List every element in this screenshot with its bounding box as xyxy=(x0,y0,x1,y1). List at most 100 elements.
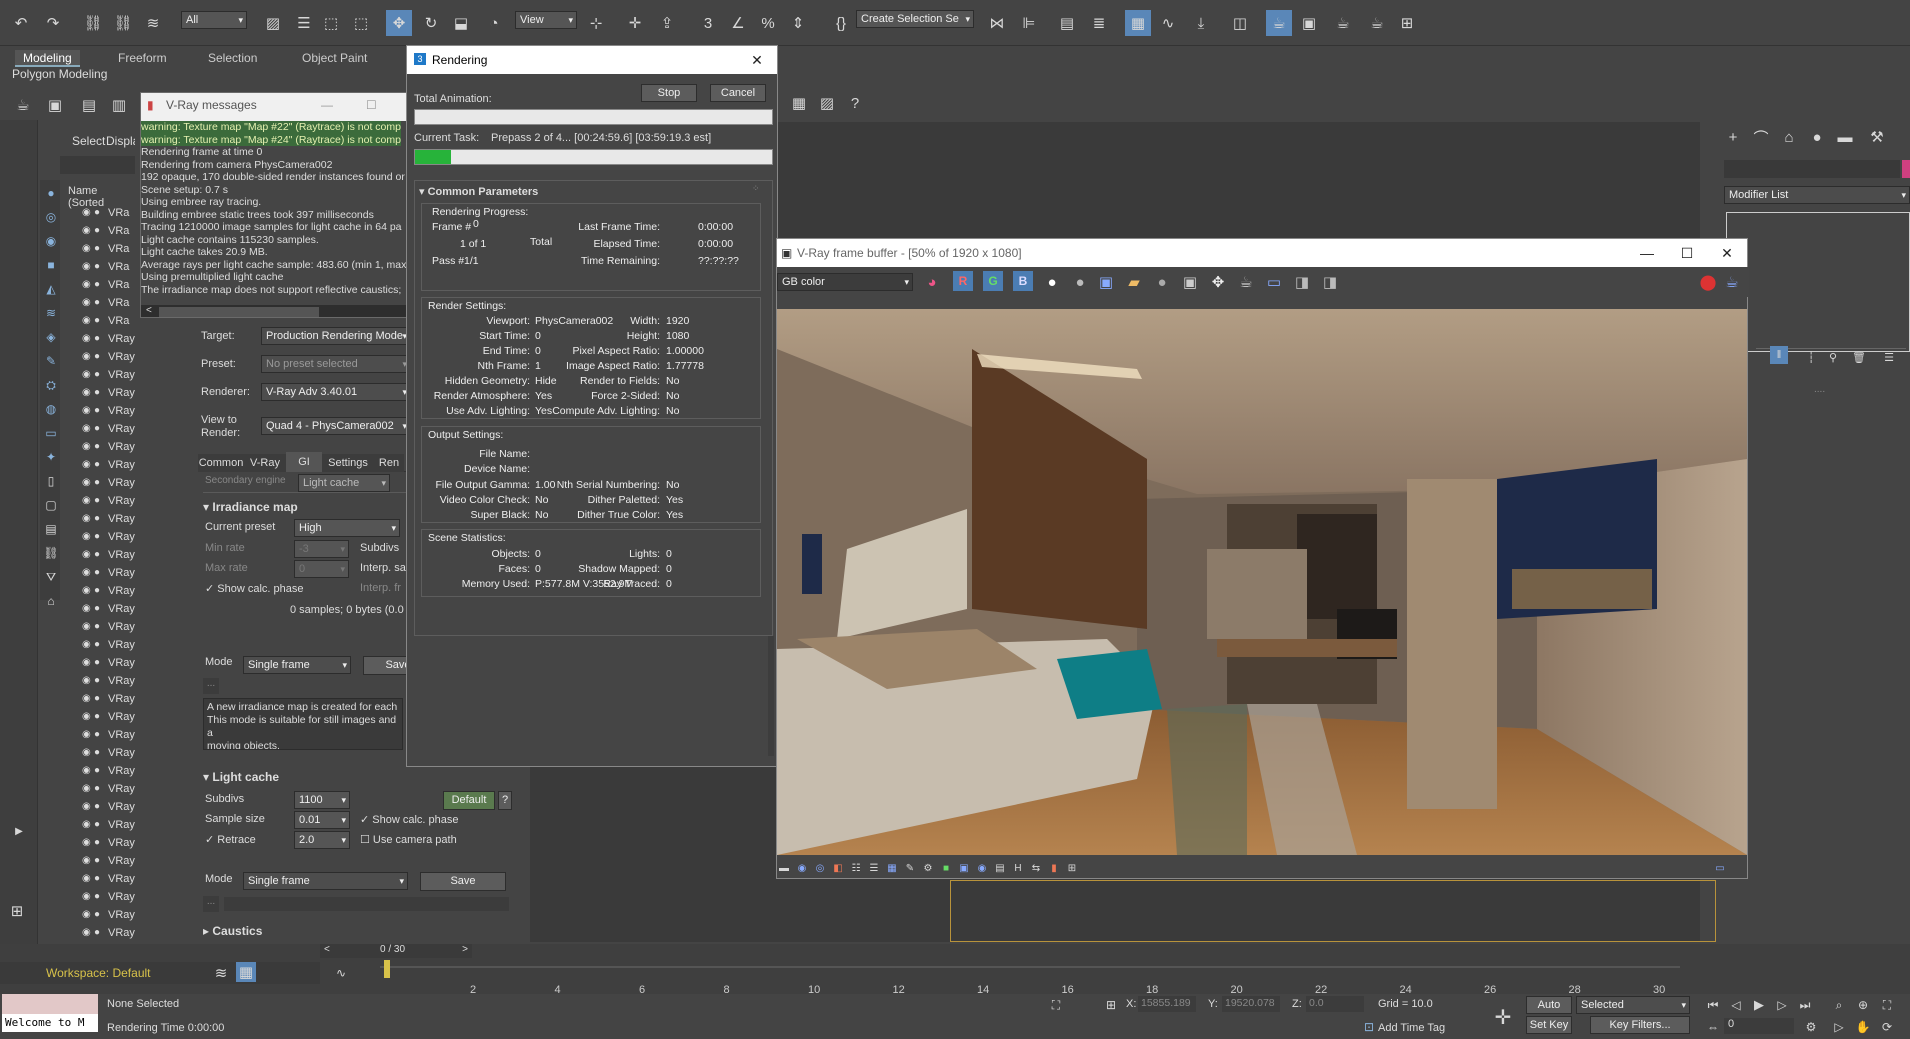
render-icon[interactable]: ☕ xyxy=(1721,271,1743,293)
visibility-eye-icon[interactable]: ◉ xyxy=(82,834,91,852)
display-none-icon[interactable]: ▭ xyxy=(40,422,62,444)
channel-dropdown[interactable]: GB color xyxy=(777,273,913,291)
visibility-eye-icon[interactable]: ◉ xyxy=(82,438,91,456)
show-end-result-icon[interactable]: ┆ xyxy=(1800,346,1822,368)
scene-list-item[interactable]: ◉● VRayIES258.Ta xyxy=(60,492,135,510)
light-bulb-icon[interactable]: ● xyxy=(94,348,100,366)
light-bulb-icon[interactable]: ● xyxy=(94,852,100,870)
use-camera-path-checkbox[interactable]: ☐ Use camera path xyxy=(360,833,457,846)
visibility-eye-icon[interactable]: ◉ xyxy=(82,510,91,528)
key-mode-dropdown[interactable]: Selected xyxy=(1576,996,1690,1014)
visibility-eye-icon[interactable]: ◉ xyxy=(82,924,91,942)
percent-snap-icon[interactable]: % xyxy=(757,12,779,34)
select-object-icon[interactable]: ▨ xyxy=(262,12,284,34)
scene-list-item[interactable]: ◉● VRayIES253 xyxy=(60,690,135,708)
tab-select[interactable]: Select xyxy=(72,134,105,148)
layer-stack-icon[interactable]: ≋ xyxy=(210,962,232,984)
placement-icon[interactable]: ◔ xyxy=(483,12,505,34)
maximize-icon[interactable]: ☐ xyxy=(1667,239,1707,267)
bind-spacewarp-icon[interactable]: ≋ xyxy=(142,12,164,34)
absolute-mode-icon[interactable]: ⊞ xyxy=(1100,994,1122,1016)
tab-object-paint[interactable]: Object Paint xyxy=(294,50,375,67)
light-bulb-icon[interactable]: ● xyxy=(94,474,100,492)
light-bulb-icon[interactable]: ● xyxy=(94,366,100,384)
visibility-eye-icon[interactable]: ◉ xyxy=(82,816,91,834)
modify-icon[interactable]: ⌒ xyxy=(1750,126,1772,148)
visibility-eye-icon[interactable]: ◉ xyxy=(82,222,91,240)
redo-icon[interactable]: ↷ xyxy=(42,12,64,34)
display-children-icon[interactable]: ▯ xyxy=(40,470,62,492)
visibility-eye-icon[interactable]: ◉ xyxy=(82,240,91,258)
minimize-icon[interactable]: — xyxy=(1627,239,1667,267)
visibility-eye-icon[interactable]: ◉ xyxy=(82,366,91,384)
display-xrefs-icon[interactable]: ✎ xyxy=(40,350,62,372)
preset-dropdown[interactable]: No preset selected xyxy=(261,355,411,373)
scene-list-item[interactable]: ◉ ● VRa xyxy=(60,294,135,312)
zoom-icon[interactable]: ⌕ xyxy=(1828,994,1850,1016)
visibility-eye-icon[interactable]: ◉ xyxy=(82,798,91,816)
resize-handle[interactable]: .... xyxy=(1814,384,1825,395)
scene-list-item[interactable]: ◉● VRayIES248.Ta xyxy=(60,852,135,870)
named-selection-dropdown[interactable]: Create Selection Se xyxy=(856,10,974,28)
keyboard-shortcut-icon[interactable]: ⇪ xyxy=(656,12,678,34)
light-bulb-icon[interactable]: ● xyxy=(94,708,100,726)
vray-messages-scrollbar[interactable]: < xyxy=(141,305,409,317)
vfb-tool-2-icon[interactable]: ◉ xyxy=(795,857,809,879)
current-frame-field[interactable]: 0 xyxy=(1724,1018,1794,1034)
min-rate-spinner[interactable]: -3 xyxy=(294,540,349,558)
active-viewport-frame[interactable] xyxy=(950,880,1716,942)
visibility-eye-icon[interactable]: ◉ xyxy=(82,672,91,690)
light-bulb-icon[interactable]: ● xyxy=(94,294,100,312)
light-bulb-icon[interactable]: ● xyxy=(94,204,100,222)
scene-list-item[interactable]: ◉● VRayIES250.Ta xyxy=(60,780,135,798)
unlink-icon[interactable]: ⛓ xyxy=(112,12,134,34)
render-grid-icon[interactable]: ⊞ xyxy=(1396,12,1418,34)
scene-list-item[interactable]: ◉● VRayIES252.Ta xyxy=(60,708,135,726)
lc-default-button[interactable]: Default xyxy=(443,791,495,810)
light-bulb-icon[interactable]: ● xyxy=(94,330,100,348)
set-key-button[interactable]: Set Key xyxy=(1526,1016,1572,1034)
light-bulb-icon[interactable]: ● xyxy=(94,726,100,744)
pivot-center-icon[interactable]: ⊹ xyxy=(585,12,607,34)
visibility-eye-icon[interactable]: ◉ xyxy=(82,708,91,726)
display-spare-icon[interactable]: ⛓ xyxy=(40,542,62,564)
close-icon[interactable]: ✕ xyxy=(737,46,777,74)
scene-list-item[interactable]: ◉● VRayIES247.Ta xyxy=(60,888,135,906)
vfb-tool-7-icon[interactable]: ▦ xyxy=(885,857,899,879)
layers-icon[interactable]: ≣ xyxy=(1088,12,1110,34)
visibility-eye-icon[interactable]: ◉ xyxy=(82,330,91,348)
material-editor-icon[interactable]: ◫ xyxy=(1229,12,1251,34)
layer-explorer-icon[interactable]: ▤ xyxy=(1056,12,1078,34)
visibility-eye-icon[interactable]: ◉ xyxy=(82,546,91,564)
scene-list-item[interactable]: ◉● VRayIES254 xyxy=(60,654,135,672)
light-bulb-icon[interactable]: ● xyxy=(94,438,100,456)
mono-icon[interactable]: ● xyxy=(1069,271,1091,293)
table2-icon[interactable]: ▥ xyxy=(108,94,130,116)
visibility-eye-icon[interactable]: ◉ xyxy=(82,384,91,402)
display-cameras-icon[interactable]: ■ xyxy=(40,254,62,276)
scene-list-item[interactable]: ◉● VRayIES257 xyxy=(60,546,135,564)
tab-common[interactable]: Common xyxy=(198,454,244,472)
render-production-icon[interactable]: ☕ xyxy=(1332,12,1354,34)
vfb-tool-5-icon[interactable]: ☷ xyxy=(849,857,863,879)
lc-file-path[interactable] xyxy=(224,897,509,911)
angle-snap-icon[interactable]: ∠ xyxy=(727,12,749,34)
visibility-eye-icon[interactable]: ◉ xyxy=(82,780,91,798)
light-bulb-icon[interactable]: ● xyxy=(94,582,100,600)
layer-icon[interactable]: ⌂ xyxy=(40,590,62,612)
selection-filter-dropdown[interactable]: All xyxy=(181,11,247,29)
light-bulb-icon[interactable]: ● xyxy=(94,222,100,240)
scene-list-item[interactable]: ◉● VRayIES261 xyxy=(60,402,135,420)
scene-list-item[interactable]: ◉ ● VRa xyxy=(60,276,135,294)
display-dependents-icon[interactable]: ▤ xyxy=(40,518,62,540)
render-frame-icon[interactable]: ▦ xyxy=(788,92,810,114)
curve-toggle-icon[interactable]: ∿ xyxy=(330,962,352,984)
rendering-scrollbar[interactable] xyxy=(768,636,774,756)
vfb-tool-13-icon[interactable]: ▤ xyxy=(993,857,1007,879)
render-preview-image[interactable] xyxy=(777,309,1747,855)
vray-messages-titlebar[interactable]: ▮ V-Ray messages — ☐ xyxy=(141,93,409,121)
secondary-engine-dropdown[interactable]: Light cache xyxy=(298,474,390,492)
tab-modeling[interactable]: Modeling xyxy=(15,50,80,67)
display-helpers-icon[interactable]: ◭ xyxy=(40,278,62,300)
track-mouse-icon[interactable]: ✥ xyxy=(1207,271,1229,293)
